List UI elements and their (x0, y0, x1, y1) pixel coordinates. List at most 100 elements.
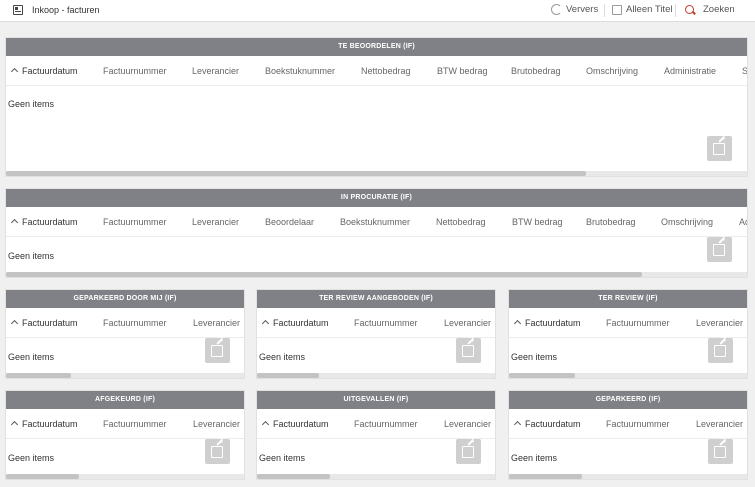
column-header-factuurdatum[interactable]: Factuurdatum (273, 419, 329, 429)
column-header-status[interactable]: St (742, 66, 747, 76)
column-header-omschrijving[interactable]: Omschrijving (586, 66, 638, 76)
panel-title: TER REVIEW (IF) (509, 290, 747, 308)
panel-geparkeerd: GEPARKEERD (IF) Factuurdatum Factuurnumm… (508, 390, 748, 480)
column-header-factuurnummer[interactable]: Factuurnummer (103, 419, 167, 429)
open-external-button[interactable] (708, 439, 733, 464)
empty-message: Geen items (8, 99, 55, 109)
column-header-factuurnummer[interactable]: Factuurnummer (606, 419, 670, 429)
column-header-leverancier[interactable]: Leverancier (193, 318, 240, 328)
empty-message: Geen items (259, 453, 306, 463)
horizontal-scrollbar[interactable] (6, 171, 747, 176)
column-header-administratie[interactable]: Ad (739, 217, 747, 227)
horizontal-scrollbar[interactable] (6, 474, 244, 479)
scrollbar-thumb[interactable] (509, 373, 575, 378)
horizontal-scrollbar[interactable] (6, 373, 244, 378)
sort-ascending-icon[interactable] (10, 218, 19, 227)
scrollbar-thumb[interactable] (6, 474, 79, 479)
panel-title: TE BEOORDELEN (IF) (6, 38, 747, 56)
open-external-icon (211, 345, 223, 357)
open-external-icon (462, 345, 474, 357)
column-header-administratie[interactable]: Administratie (664, 66, 716, 76)
column-header-btw-bedrag[interactable]: BTW bedrag (512, 217, 563, 227)
open-external-button[interactable] (456, 338, 481, 363)
column-header-leverancier[interactable]: Leverancier (192, 217, 239, 227)
title-only-label: Alleen Titel (626, 4, 673, 15)
column-header-factuurdatum[interactable]: Factuurdatum (525, 419, 581, 429)
sort-ascending-icon[interactable] (513, 420, 522, 429)
column-header-factuurnummer[interactable]: Factuurnummer (354, 318, 418, 328)
scrollbar-thumb[interactable] (6, 171, 586, 176)
scrollbar-thumb[interactable] (257, 474, 330, 479)
scrollbar-thumb[interactable] (6, 272, 642, 277)
sort-ascending-icon[interactable] (513, 319, 522, 328)
panel-title: AFGEKEURD (IF) (6, 391, 244, 409)
open-external-button[interactable] (205, 439, 230, 464)
column-header-factuurnummer[interactable]: Factuurnummer (606, 318, 670, 328)
column-header-nettobedrag[interactable]: Nettobedrag (361, 66, 411, 76)
column-header-leverancier[interactable]: Leverancier (696, 318, 743, 328)
horizontal-scrollbar[interactable] (257, 373, 495, 378)
column-header-factuurnummer[interactable]: Factuurnummer (103, 318, 167, 328)
panel-ter-review-aangeboden: TER REVIEW AANGEBODEN (IF) Factuurdatum … (256, 289, 496, 379)
column-header-leverancier[interactable]: Leverancier (192, 66, 239, 76)
column-header-factuurdatum[interactable]: Factuurdatum (525, 318, 581, 328)
table-header: Factuurdatum Factuurnummer Leverancier (509, 308, 747, 338)
horizontal-scrollbar[interactable] (257, 474, 495, 479)
column-header-factuurdatum[interactable]: Factuurdatum (273, 318, 329, 328)
column-header-factuurdatum[interactable]: Factuurdatum (22, 66, 78, 76)
column-header-boekstuknummer[interactable]: Boekstuknummer (265, 66, 335, 76)
sort-ascending-icon[interactable] (261, 420, 270, 429)
column-header-boekstuknummer[interactable]: Boekstuknummer (340, 217, 410, 227)
horizontal-scrollbar[interactable] (6, 272, 747, 277)
column-header-factuurdatum[interactable]: Factuurdatum (22, 217, 78, 227)
empty-message: Geen items (511, 352, 558, 362)
open-external-icon (462, 446, 474, 458)
open-external-button[interactable] (205, 338, 230, 363)
column-header-brutobedrag[interactable]: Brutobedrag (586, 217, 636, 227)
scrollbar-thumb[interactable] (509, 474, 582, 479)
search-button[interactable]: Zoeken (685, 4, 735, 15)
scrollbar-thumb[interactable] (257, 373, 319, 378)
table-header: Factuurdatum Factuurnummer Leverancier B… (6, 56, 747, 86)
empty-message: Geen items (8, 251, 55, 261)
column-header-factuurdatum[interactable]: Factuurdatum (22, 419, 78, 429)
open-external-icon (714, 446, 726, 458)
scrollbar-thumb[interactable] (6, 373, 71, 378)
panel-afgekeurd: AFGEKEURD (IF) Factuurdatum Factuurnumme… (5, 390, 245, 480)
empty-message: Geen items (511, 453, 558, 463)
open-external-icon (713, 143, 725, 155)
column-header-brutobedrag[interactable]: Brutobedrag (511, 66, 561, 76)
column-header-leverancier[interactable]: Leverancier (696, 419, 743, 429)
table-header: Factuurdatum Factuurnummer Leverancier (257, 308, 495, 338)
panel-te-beoordelen: TE BEOORDELEN (IF) Factuurdatum Factuurn… (5, 37, 748, 177)
horizontal-scrollbar[interactable] (509, 373, 747, 378)
column-header-btw-bedrag[interactable]: BTW bedrag (437, 66, 488, 76)
horizontal-scrollbar[interactable] (509, 474, 747, 479)
column-header-factuurnummer[interactable]: Factuurnummer (354, 419, 418, 429)
title-only-checkbox[interactable] (612, 4, 622, 15)
open-external-button[interactable] (456, 439, 481, 464)
title-only-toggle[interactable]: Alleen Titel (612, 4, 672, 15)
table-header: Factuurdatum Factuurnummer Leverancier B… (6, 207, 747, 237)
panel-title: GEPARKEERD DOOR MIJ (IF) (6, 290, 244, 308)
sort-ascending-icon[interactable] (261, 319, 270, 328)
column-header-leverancier[interactable]: Leverancier (193, 419, 240, 429)
column-header-beoordelaar[interactable]: Beoordelaar (265, 217, 314, 227)
column-header-leverancier[interactable]: Leverancier (444, 318, 491, 328)
sort-ascending-icon[interactable] (10, 319, 19, 328)
column-header-factuurdatum[interactable]: Factuurdatum (22, 318, 78, 328)
open-external-button[interactable] (707, 136, 732, 161)
open-external-button[interactable] (707, 237, 732, 262)
column-header-factuurnummer[interactable]: Factuurnummer (103, 217, 167, 227)
refresh-label: Ververs (566, 4, 599, 15)
sort-ascending-icon[interactable] (10, 420, 19, 429)
column-header-nettobedrag[interactable]: Nettobedrag (436, 217, 486, 227)
sort-ascending-icon[interactable] (10, 67, 19, 76)
page-title: Inkoop - facturen (32, 5, 100, 15)
column-header-omschrijving[interactable]: Omschrijving (661, 217, 713, 227)
column-header-factuurnummer[interactable]: Factuurnummer (103, 66, 167, 76)
table-header: Factuurdatum Factuurnummer Leverancier (257, 409, 495, 439)
column-header-leverancier[interactable]: Leverancier (444, 419, 491, 429)
refresh-button[interactable]: Ververs (551, 4, 598, 15)
open-external-button[interactable] (708, 338, 733, 363)
